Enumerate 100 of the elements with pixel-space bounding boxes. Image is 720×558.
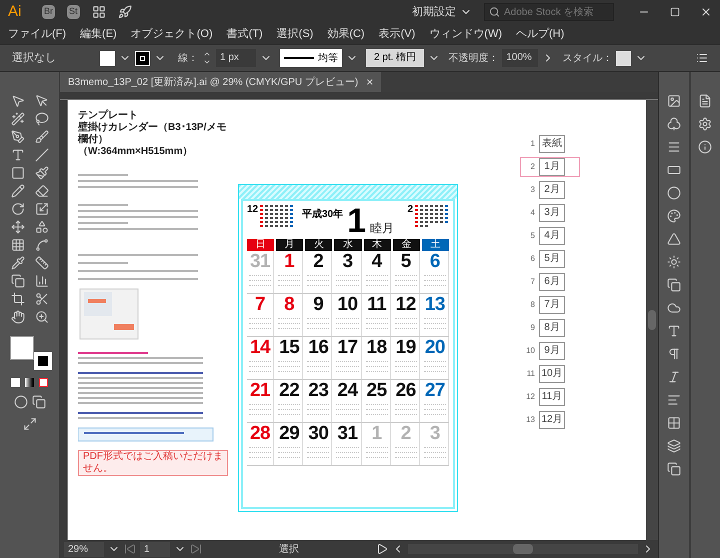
artboard-thumbnail[interactable]: 1 表紙 [520,134,580,154]
pilcrow-icon[interactable] [666,347,681,361]
symbol-icon[interactable] [10,274,24,288]
artboard-thumbnail[interactable]: 10 9月 [520,341,580,361]
menu-item[interactable]: 書式(T) [226,26,263,42]
artboard-thumbnail[interactable]: 9 8月 [520,318,580,338]
type-icon[interactable] [666,324,681,338]
artboard-thumbnail[interactable]: 11 10月 [520,364,580,384]
none-mode-icon[interactable] [39,378,48,387]
lasso-icon[interactable] [34,112,48,126]
rotate-icon[interactable] [10,202,24,216]
crop-icon[interactable] [10,292,24,306]
stroke-swatch[interactable] [34,352,52,370]
play-icon[interactable] [376,543,388,555]
eraser-icon[interactable] [34,184,48,198]
image-icon[interactable] [666,94,681,108]
align-icon[interactable] [666,393,681,407]
style-swatch[interactable] [616,50,632,66]
gradient-mode-icon[interactable] [25,378,34,387]
artboard-thumbnail[interactable]: 5 4月 [520,226,580,246]
artboard-thumbnail[interactable]: 13 12月 [520,410,580,430]
color-mode-icon[interactable] [11,378,20,387]
pen-icon[interactable] [10,130,24,144]
workspace-dropdown[interactable]: 初期設定 [412,4,472,20]
artboard-thumbnail[interactable]: 3 2月 [520,180,580,200]
artboard-thumbnail[interactable]: 12 11月 [520,387,580,407]
layers-icon[interactable] [666,439,681,453]
zoom-field[interactable]: 29% [64,542,104,556]
workspace-icon[interactable] [92,5,106,19]
bridge-button[interactable]: Br [42,5,55,19]
cloud-icon[interactable] [666,301,681,315]
menu-item[interactable]: 選択(S) [276,26,314,42]
copy-icon[interactable] [666,278,681,292]
document-icon[interactable] [698,94,712,108]
grid-icon[interactable] [666,416,681,430]
artboard-thumbnail[interactable]: 7 6月 [520,272,580,292]
stock-button[interactable]: St [67,5,80,19]
close-icon[interactable] [700,6,712,18]
settings-icon[interactable] [698,117,712,131]
menu-item[interactable]: 編集(E) [80,26,117,42]
club-icon[interactable] [666,117,681,131]
artboard-thumbnail[interactable]: 4 3月 [520,203,580,223]
search-field[interactable]: Adobe Stock を検索 [484,3,614,21]
menu-item[interactable]: 効果(C) [327,26,365,42]
scissors-icon[interactable] [34,292,48,306]
triangle-icon[interactable] [666,232,681,246]
scale-icon[interactable] [34,202,48,216]
page-field[interactable]: 1 [140,542,170,556]
lines-icon[interactable] [666,140,681,154]
mesh-icon[interactable] [10,238,24,252]
fill-swatch[interactable] [100,50,115,66]
magic-wand-icon[interactable] [10,112,24,126]
zoom-icon[interactable] [34,310,48,324]
ruler-icon[interactable] [34,256,48,270]
eyedropper-icon[interactable] [10,256,24,270]
stroke-weight-field[interactable]: 1 px [216,49,256,67]
fill-swatch[interactable] [10,336,34,360]
document-tab[interactable]: B3memo_13P_02 [更新済み].ai @ 29% (CMYK/GPU プレビュー) × [60,72,382,92]
menu-item[interactable]: 表示(V) [378,26,416,42]
screen-mode-icon[interactable] [22,417,36,431]
artboard-thumbnail[interactable]: 8 7月 [520,295,580,315]
line-icon[interactable] [34,148,48,162]
artboard-thumbnail[interactable]: 6 5月 [520,249,580,269]
info-icon[interactable] [698,140,712,154]
shapes-icon[interactable] [34,220,48,234]
rocket-icon[interactable] [118,5,132,19]
horizontal-scrollbar[interactable] [408,544,638,554]
menu-item[interactable]: オブジェクト(O) [130,26,213,42]
stepper-icon[interactable] [202,50,212,66]
brush-dropdown[interactable]: 2 pt. 楕円 [366,49,424,67]
type-icon[interactable] [10,148,24,162]
arrow-icon[interactable] [10,94,24,108]
first-page-icon[interactable] [124,543,136,555]
draw-mode-icon[interactable] [14,395,28,409]
stroke-swatch[interactable] [135,50,150,66]
sun-icon[interactable] [666,255,681,269]
italic-icon[interactable] [666,370,681,384]
pencil-icon[interactable] [10,184,24,198]
circle-icon[interactable] [666,186,681,200]
tab-close-button[interactable]: × [366,73,374,91]
opacity-field[interactable]: 100% [502,49,538,67]
bar-chart-icon[interactable] [34,274,48,288]
direct-arrow-icon[interactable] [34,94,48,108]
menu-item[interactable]: ファイル(F) [8,26,66,42]
menu-item[interactable]: ウィンドウ(W) [429,26,502,42]
hand-icon[interactable] [10,310,24,324]
maximize-icon[interactable] [670,7,680,17]
menu-item[interactable]: ヘルプ(H) [516,26,564,42]
palette-icon[interactable] [666,209,681,223]
last-page-icon[interactable] [190,543,202,555]
paintbrush-icon[interactable] [34,166,48,180]
copy-icon[interactable] [666,462,681,476]
rectangle-icon[interactable] [10,166,24,180]
artboard-thumbnail[interactable]: 2 1月 [520,157,580,177]
draw-behind-icon[interactable] [32,395,46,409]
scroll-thumb[interactable] [648,310,656,330]
move-icon[interactable] [10,220,24,234]
profile-dropdown[interactable]: 均等 [280,49,342,67]
rectangle-icon[interactable] [666,163,681,177]
brush-icon[interactable] [34,130,48,144]
